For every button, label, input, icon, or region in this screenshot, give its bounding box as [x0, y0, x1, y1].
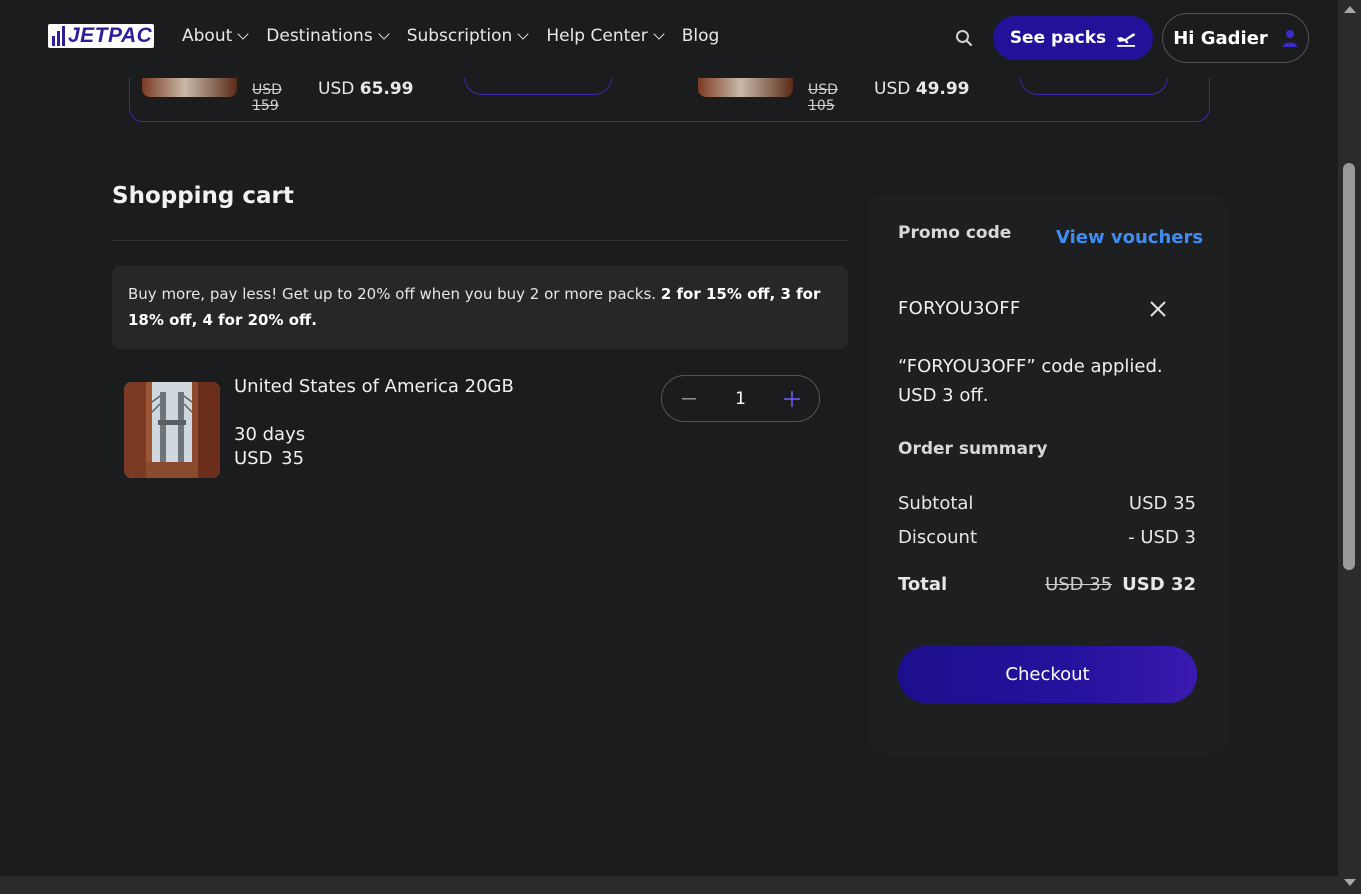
subtotal-label: Subtotal — [898, 493, 974, 514]
divider — [112, 240, 848, 241]
horizontal-scroll-track — [0, 876, 1338, 894]
applied-promo-code: FORYOU3OFF — [898, 298, 1021, 319]
plus-icon — [784, 390, 800, 407]
search-icon[interactable] — [955, 29, 973, 47]
nav-item-about[interactable]: About — [182, 26, 249, 46]
user-greeting: Hi Gadier — [1173, 27, 1268, 49]
chevron-down-icon — [653, 27, 665, 40]
scrollbar-thumb[interactable] — [1343, 163, 1355, 570]
see-packs-button[interactable]: See packs — [993, 16, 1153, 60]
logo-text: JETPAC — [68, 24, 153, 47]
see-packs-label: See packs — [1009, 28, 1107, 48]
chevron-down-icon — [517, 27, 529, 40]
promo-applied-message: “FORYOU3OFF” code applied. USD 3 off. — [898, 356, 1163, 406]
total-label: Total — [898, 574, 948, 595]
upgrade-price: USD 49.99 — [874, 79, 970, 99]
total-value: USD 32 — [1122, 574, 1196, 595]
discount-value: - USD 3 — [1128, 527, 1196, 548]
user-account-button[interactable]: Hi Gadier — [1162, 13, 1309, 63]
order-summary-heading: Order summary — [898, 439, 1048, 459]
nav-label: About — [182, 26, 233, 46]
cart-item: United States of America 20GB 30 days US… — [112, 372, 848, 482]
upgrade-old-price: USD 105 — [808, 82, 838, 114]
total-row: Total USD 35 USD 32 — [898, 574, 1196, 595]
user-icon — [1282, 30, 1297, 47]
item-price: USD 35 — [234, 448, 305, 469]
subtotal-row: Subtotal USD 35 — [898, 493, 1196, 514]
main-nav: About Destinations Subscription Help Cen… — [182, 26, 738, 46]
promo-code-label: Promo code — [898, 223, 1012, 243]
plane-icon — [1117, 33, 1136, 47]
vertical-scrollbar[interactable] — [1338, 0, 1361, 894]
item-name: United States of America 20GB — [234, 376, 514, 397]
discount-label: Discount — [898, 527, 978, 548]
nav-label: Blog — [681, 26, 720, 46]
upgrade-old-price: USD 159 — [252, 82, 282, 114]
decrease-quantity-button[interactable] — [662, 376, 716, 421]
nav-item-destinations[interactable]: Destinations — [266, 26, 390, 46]
view-vouchers-link[interactable]: View vouchers — [1056, 227, 1203, 248]
logo-bars-icon — [52, 26, 66, 46]
destination-image — [124, 382, 220, 478]
upgrade-price: USD 65.99 — [318, 79, 414, 99]
nav-label: Help Center — [546, 26, 648, 46]
item-duration: 30 days — [234, 424, 306, 445]
scroll-down-arrow-icon[interactable] — [1344, 879, 1356, 886]
quantity-stepper: 1 — [661, 375, 820, 422]
order-summary-panel: Promo code View vouchers FORYOU3OFF “FOR… — [868, 194, 1227, 754]
chevron-down-icon — [237, 27, 249, 40]
page-title: Shopping cart — [112, 183, 294, 209]
checkout-button[interactable]: Checkout — [898, 646, 1197, 703]
bulk-discount-banner: Buy more, pay less! Get up to 20% off wh… — [112, 266, 848, 349]
total-old-price: USD 35 — [1045, 574, 1113, 595]
jetpac-logo[interactable]: JETPAC — [48, 24, 154, 48]
quantity-value[interactable]: 1 — [716, 389, 765, 409]
nav-label: Destinations — [266, 26, 373, 46]
nav-item-blog[interactable]: Blog — [682, 26, 720, 46]
scroll-up-arrow-icon[interactable] — [1344, 6, 1356, 13]
minus-icon — [682, 397, 696, 400]
nav-item-subscription[interactable]: Subscription — [406, 26, 529, 46]
bulk-discount-text: Buy more, pay less! Get up to 20% off wh… — [128, 285, 657, 303]
nav-item-help-center[interactable]: Help Center — [546, 26, 665, 46]
discount-row: Discount - USD 3 — [898, 527, 1196, 548]
site-header: JETPAC About Destinations Subscription H… — [0, 0, 1338, 78]
increase-quantity-button[interactable] — [765, 376, 819, 421]
subtotal-value: USD 35 — [1128, 493, 1196, 514]
close-icon[interactable] — [1149, 300, 1167, 318]
chevron-down-icon — [378, 27, 390, 40]
nav-label: Subscription — [406, 26, 513, 46]
